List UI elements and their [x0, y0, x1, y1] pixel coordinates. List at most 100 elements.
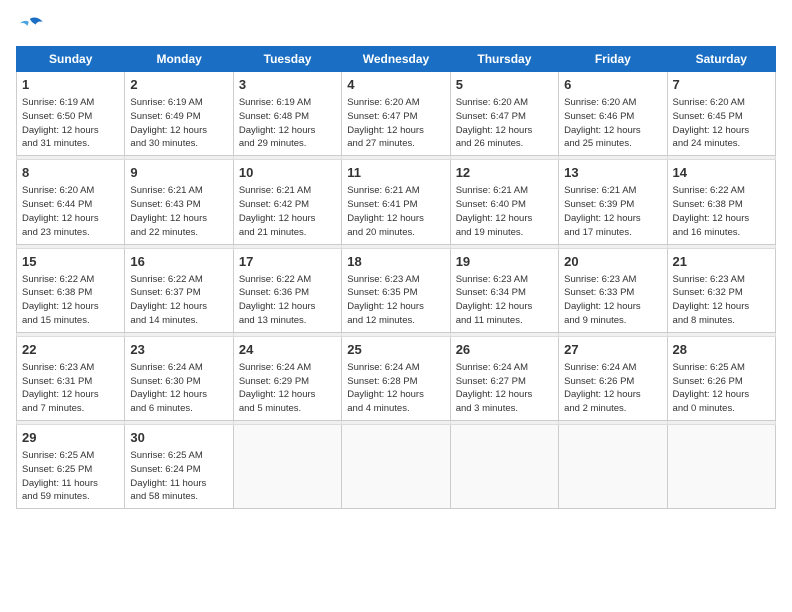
day-info: Sunrise: 6:22 AM Sunset: 6:38 PM Dayligh…	[22, 273, 119, 328]
page-header	[16, 16, 776, 36]
day-number: 4	[347, 76, 444, 94]
calendar-week-4: 29 Sunrise: 6:25 AM Sunset: 6:25 PM Dayli…	[17, 425, 776, 509]
calendar-header-saturday: Saturday	[667, 47, 775, 72]
day-info: Sunrise: 6:21 AM Sunset: 6:40 PM Dayligh…	[456, 184, 553, 239]
calendar-cell: 6Sunrise: 6:20 AM Sunset: 6:46 PM Daylig…	[559, 72, 667, 156]
calendar-cell: 12 Sunrise: 6:21 AM Sunset: 6:40 PM Dayli…	[450, 160, 558, 244]
calendar-body: 1 Sunrise: 6:19 AM Sunset: 6:50 PM Daylig…	[17, 72, 776, 509]
day-number: 1	[22, 76, 119, 94]
calendar-header-sunday: Sunday	[17, 47, 125, 72]
calendar-cell	[233, 425, 341, 509]
calendar-cell: 8 Sunrise: 6:20 AM Sunset: 6:44 PM Daylig…	[17, 160, 125, 244]
calendar-cell: 23 Sunrise: 6:24 AM Sunset: 6:30 PM Dayli…	[125, 336, 233, 420]
calendar-cell: 14 Sunrise: 6:22 AM Sunset: 6:38 PM Dayli…	[667, 160, 775, 244]
calendar-cell: 30 Sunrise: 6:25 AM Sunset: 6:24 PM Dayli…	[125, 425, 233, 509]
day-number: 16	[130, 253, 227, 271]
calendar-cell: 3Sunrise: 6:19 AM Sunset: 6:48 PM Daylig…	[233, 72, 341, 156]
calendar-header-thursday: Thursday	[450, 47, 558, 72]
day-number: 5	[456, 76, 553, 94]
calendar-cell: 5 Sunrise: 6:20 AM Sunset: 6:47 PM Daylig…	[450, 72, 558, 156]
day-number: 11	[347, 164, 444, 182]
calendar-cell: 21 Sunrise: 6:23 AM Sunset: 6:32 PM Dayli…	[667, 248, 775, 332]
calendar-cell: 20 Sunrise: 6:23 AM Sunset: 6:33 PM Dayli…	[559, 248, 667, 332]
day-number: 21	[673, 253, 770, 271]
day-info: Sunrise: 6:25 AM Sunset: 6:25 PM Dayligh…	[22, 449, 119, 504]
day-number: 2	[130, 76, 227, 94]
calendar-cell	[450, 425, 558, 509]
calendar-cell: 18 Sunrise: 6:23 AM Sunset: 6:35 PM Dayli…	[342, 248, 450, 332]
day-number: 7	[673, 76, 770, 94]
day-info: Sunrise: 6:21 AM Sunset: 6:39 PM Dayligh…	[564, 184, 661, 239]
day-info: Sunrise: 6:23 AM Sunset: 6:33 PM Dayligh…	[564, 273, 661, 328]
calendar-week-1: 8 Sunrise: 6:20 AM Sunset: 6:44 PM Daylig…	[17, 160, 776, 244]
calendar-cell: 16Sunrise: 6:22 AM Sunset: 6:37 PM Dayli…	[125, 248, 233, 332]
calendar-table: SundayMondayTuesdayWednesdayThursdayFrid…	[16, 46, 776, 509]
calendar-cell: 11 Sunrise: 6:21 AM Sunset: 6:41 PM Dayli…	[342, 160, 450, 244]
day-number: 20	[564, 253, 661, 271]
day-number: 8	[22, 164, 119, 182]
calendar-cell: 19Sunrise: 6:23 AM Sunset: 6:34 PM Dayli…	[450, 248, 558, 332]
calendar-cell: 9 Sunrise: 6:21 AM Sunset: 6:43 PM Daylig…	[125, 160, 233, 244]
day-info: Sunrise: 6:21 AM Sunset: 6:43 PM Dayligh…	[130, 184, 227, 239]
day-info: Sunrise: 6:23 AM Sunset: 6:34 PM Dayligh…	[456, 273, 553, 328]
day-number: 3	[239, 76, 336, 94]
day-info: Sunrise: 6:24 AM Sunset: 6:27 PM Dayligh…	[456, 361, 553, 416]
day-info: Sunrise: 6:24 AM Sunset: 6:29 PM Dayligh…	[239, 361, 336, 416]
day-info: Sunrise: 6:24 AM Sunset: 6:30 PM Dayligh…	[130, 361, 227, 416]
general-blue-logo-icon	[16, 16, 44, 36]
day-info: Sunrise: 6:25 AM Sunset: 6:24 PM Dayligh…	[130, 449, 227, 504]
calendar-header-row: SundayMondayTuesdayWednesdayThursdayFrid…	[17, 47, 776, 72]
calendar-cell: 1 Sunrise: 6:19 AM Sunset: 6:50 PM Daylig…	[17, 72, 125, 156]
day-number: 10	[239, 164, 336, 182]
day-number: 17	[239, 253, 336, 271]
calendar-week-0: 1 Sunrise: 6:19 AM Sunset: 6:50 PM Daylig…	[17, 72, 776, 156]
day-info: Sunrise: 6:19 AM Sunset: 6:49 PM Dayligh…	[130, 96, 227, 151]
day-number: 25	[347, 341, 444, 359]
calendar-cell: 2 Sunrise: 6:19 AM Sunset: 6:49 PM Daylig…	[125, 72, 233, 156]
calendar-cell: 15 Sunrise: 6:22 AM Sunset: 6:38 PM Dayli…	[17, 248, 125, 332]
day-number: 13	[564, 164, 661, 182]
day-info: Sunrise: 6:21 AM Sunset: 6:41 PM Dayligh…	[347, 184, 444, 239]
day-number: 29	[22, 429, 119, 447]
day-info: Sunrise: 6:23 AM Sunset: 6:32 PM Dayligh…	[673, 273, 770, 328]
day-number: 9	[130, 164, 227, 182]
day-number: 15	[22, 253, 119, 271]
calendar-cell: 27Sunrise: 6:24 AM Sunset: 6:26 PM Dayli…	[559, 336, 667, 420]
calendar-cell	[342, 425, 450, 509]
calendar-cell: 7 Sunrise: 6:20 AM Sunset: 6:45 PM Daylig…	[667, 72, 775, 156]
calendar-cell: 24 Sunrise: 6:24 AM Sunset: 6:29 PM Dayli…	[233, 336, 341, 420]
calendar-cell: 29 Sunrise: 6:25 AM Sunset: 6:25 PM Dayli…	[17, 425, 125, 509]
day-number: 18	[347, 253, 444, 271]
calendar-cell: 13 Sunrise: 6:21 AM Sunset: 6:39 PM Dayli…	[559, 160, 667, 244]
calendar-cell: 22 Sunrise: 6:23 AM Sunset: 6:31 PM Dayli…	[17, 336, 125, 420]
day-info: Sunrise: 6:22 AM Sunset: 6:36 PM Dayligh…	[239, 273, 336, 328]
calendar-cell: 17 Sunrise: 6:22 AM Sunset: 6:36 PM Dayli…	[233, 248, 341, 332]
day-info: Sunrise: 6:25 AM Sunset: 6:26 PM Dayligh…	[673, 361, 770, 416]
calendar-week-3: 22 Sunrise: 6:23 AM Sunset: 6:31 PM Dayli…	[17, 336, 776, 420]
logo	[16, 16, 48, 36]
day-number: 26	[456, 341, 553, 359]
calendar-cell: 28 Sunrise: 6:25 AM Sunset: 6:26 PM Dayli…	[667, 336, 775, 420]
calendar-cell: 25Sunrise: 6:24 AM Sunset: 6:28 PM Dayli…	[342, 336, 450, 420]
day-info: Sunrise: 6:20 AM Sunset: 6:45 PM Dayligh…	[673, 96, 770, 151]
day-number: 28	[673, 341, 770, 359]
day-number: 23	[130, 341, 227, 359]
day-number: 24	[239, 341, 336, 359]
day-info: Sunrise: 6:19 AM Sunset: 6:50 PM Dayligh…	[22, 96, 119, 151]
calendar-cell: 26 Sunrise: 6:24 AM Sunset: 6:27 PM Dayli…	[450, 336, 558, 420]
calendar-header-monday: Monday	[125, 47, 233, 72]
day-info: Sunrise: 6:23 AM Sunset: 6:35 PM Dayligh…	[347, 273, 444, 328]
day-number: 12	[456, 164, 553, 182]
day-info: Sunrise: 6:20 AM Sunset: 6:47 PM Dayligh…	[456, 96, 553, 151]
day-info: Sunrise: 6:23 AM Sunset: 6:31 PM Dayligh…	[22, 361, 119, 416]
calendar-cell: 4 Sunrise: 6:20 AM Sunset: 6:47 PM Daylig…	[342, 72, 450, 156]
calendar-week-2: 15 Sunrise: 6:22 AM Sunset: 6:38 PM Dayli…	[17, 248, 776, 332]
day-info: Sunrise: 6:20 AM Sunset: 6:47 PM Dayligh…	[347, 96, 444, 151]
day-info: Sunrise: 6:20 AM Sunset: 6:44 PM Dayligh…	[22, 184, 119, 239]
day-number: 30	[130, 429, 227, 447]
day-info: Sunrise: 6:22 AM Sunset: 6:38 PM Dayligh…	[673, 184, 770, 239]
calendar-header-tuesday: Tuesday	[233, 47, 341, 72]
day-number: 22	[22, 341, 119, 359]
day-number: 14	[673, 164, 770, 182]
day-info: Sunrise: 6:21 AM Sunset: 6:42 PM Dayligh…	[239, 184, 336, 239]
